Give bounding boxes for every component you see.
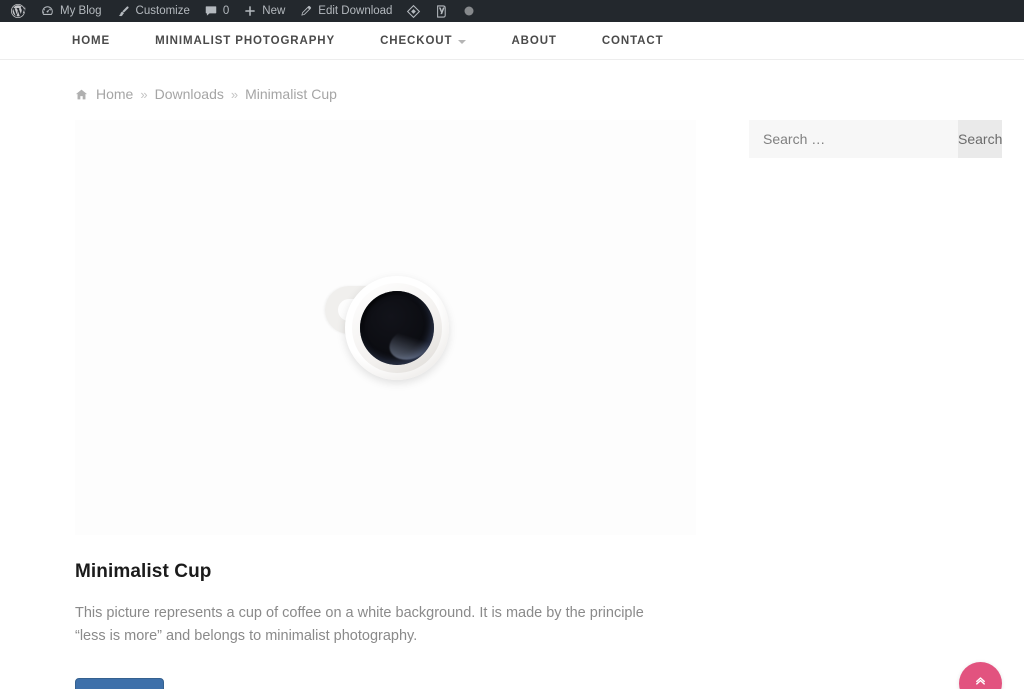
admin-bar-user-avatar[interactable] xyxy=(456,0,482,22)
nav-list: HOME MINIMALIST PHOTOGRAPHY CHECKOUT ABO… xyxy=(72,35,709,47)
breadcrumb: Home » Downloads » Minimalist Cup xyxy=(0,60,1024,102)
search-input[interactable] xyxy=(749,120,958,158)
admin-bar-comment-count: 0 xyxy=(222,5,230,17)
nav-item-contact-label: CONTACT xyxy=(601,34,664,47)
chevron-double-up-icon xyxy=(973,673,988,689)
content-column: Minimalist Cup This picture represents a… xyxy=(75,120,696,689)
nav-item-about-label: ABOUT xyxy=(511,34,557,47)
nav-item-checkout-label: CHECKOUT xyxy=(380,34,453,47)
breadcrumb-item-downloads[interactable]: Downloads xyxy=(155,86,224,102)
admin-bar-wordpress-logo[interactable] xyxy=(2,0,33,22)
admin-bar-edit-download[interactable]: Edit Download xyxy=(292,0,399,22)
coffee-surface xyxy=(359,290,434,365)
admin-bar-customize[interactable]: Customize xyxy=(109,0,197,22)
page-body: Home » Downloads » Minimalist Cup Minima… xyxy=(0,60,1024,689)
nav-item-minimalist-photography-label: MINIMALIST PHOTOGRAPHY xyxy=(155,34,336,47)
breadcrumb-separator: » xyxy=(140,86,148,102)
pencil-icon xyxy=(299,4,313,18)
nav-item-home[interactable]: HOME xyxy=(72,35,110,47)
admin-bar-site-name[interactable]: My Blog xyxy=(33,0,109,22)
comment-bubble-icon xyxy=(204,4,218,18)
paintbrush-icon xyxy=(116,4,131,19)
circle-icon xyxy=(463,5,475,17)
nav-item-contact[interactable]: CONTACT xyxy=(602,35,664,47)
main-layout: Minimalist Cup This picture represents a… xyxy=(0,102,1024,689)
wordpress-logo-icon xyxy=(10,3,26,19)
yoast-seo-icon xyxy=(435,4,449,19)
sidebar: Search xyxy=(749,120,1003,158)
nav-item-about[interactable]: ABOUT xyxy=(511,35,556,47)
nav-item-minimalist-photography[interactable]: MINIMALIST PHOTOGRAPHY xyxy=(155,35,335,47)
checkout-button[interactable]: Checkout xyxy=(75,677,165,689)
primary-navigation: HOME MINIMALIST PHOTOGRAPHY CHECKOUT ABO… xyxy=(0,22,1024,60)
admin-bar-new-content[interactable]: New xyxy=(236,0,292,22)
breadcrumb-separator: » xyxy=(230,86,239,102)
admin-bar-yoast-seo[interactable] xyxy=(428,0,456,22)
coffee-cup-illustration xyxy=(321,268,451,388)
breadcrumb-item-current: Minimalist Cup xyxy=(245,86,337,102)
admin-bar-new-label: New xyxy=(262,5,286,17)
admin-bar-plugin-diamond[interactable] xyxy=(399,0,428,22)
nav-item-home-label: HOME xyxy=(72,34,111,47)
home-icon xyxy=(75,88,88,101)
plus-icon xyxy=(243,4,257,18)
breadcrumb-item-home[interactable]: Home xyxy=(96,86,133,102)
diamond-icon xyxy=(406,4,421,19)
page-title: Minimalist Cup xyxy=(75,561,212,582)
nav-item-checkout[interactable]: CHECKOUT xyxy=(380,34,467,47)
admin-bar-edit-download-label: Edit Download xyxy=(318,5,393,17)
admin-bar-site-name-label: My Blog xyxy=(60,5,102,17)
product-description: This picture represents a cup of coffee … xyxy=(75,605,644,645)
search-form: Search xyxy=(749,120,1003,158)
chevron-down-icon xyxy=(458,39,467,44)
admin-bar-customize-label: Customize xyxy=(135,5,190,17)
admin-bar-comments[interactable]: 0 xyxy=(197,0,236,22)
dashboard-icon xyxy=(40,4,55,19)
wp-admin-bar: My Blog Customize 0 New Edit Download xyxy=(0,0,1024,22)
search-submit-button[interactable]: Search xyxy=(958,120,1003,158)
product-image[interactable] xyxy=(75,120,696,535)
